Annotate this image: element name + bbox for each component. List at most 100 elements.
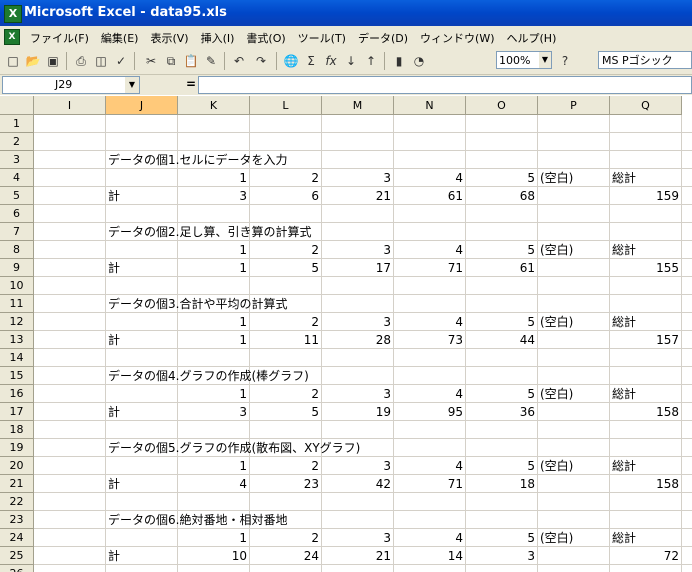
pivot-header-cell[interactable]: (空白) xyxy=(538,313,610,331)
total-value-cell[interactable]: 155 xyxy=(610,259,682,277)
column-header[interactable]: N xyxy=(394,96,466,115)
pivot-title-cell[interactable]: データの個5.グラフの作成(散布図、XYグラフ) xyxy=(106,439,466,457)
hyperlink-icon[interactable]: 🌐 xyxy=(282,52,300,70)
total-value-cell[interactable]: 5 xyxy=(250,259,322,277)
font-name-select[interactable]: MS Pゴシック xyxy=(598,51,692,69)
total-value-cell[interactable]: 68 xyxy=(466,187,538,205)
total-value-cell[interactable]: 10 xyxy=(178,547,250,565)
row-header[interactable]: 23 xyxy=(0,511,34,529)
total-value-cell[interactable]: 28 xyxy=(322,331,394,349)
row-header[interactable]: 20 xyxy=(0,457,34,475)
row-header[interactable]: 15 xyxy=(0,367,34,385)
total-value-cell[interactable]: 3 xyxy=(178,187,250,205)
pivot-header-cell[interactable]: 5 xyxy=(466,241,538,259)
function-icon[interactable]: fx xyxy=(322,52,340,70)
total-value-cell[interactable]: 61 xyxy=(394,187,466,205)
row-header[interactable]: 5 xyxy=(0,187,34,205)
pivot-header-cell[interactable]: 4 xyxy=(394,457,466,475)
total-value-cell[interactable]: 24 xyxy=(250,547,322,565)
save-icon[interactable]: ▣ xyxy=(44,52,62,70)
menu-item[interactable]: データ(D) xyxy=(354,29,412,47)
menu-item[interactable]: 書式(O) xyxy=(242,29,289,47)
pivot-header-cell[interactable]: 5 xyxy=(466,529,538,547)
print-icon[interactable]: ⎙ xyxy=(72,52,90,70)
row-header[interactable]: 11 xyxy=(0,295,34,313)
autosum-icon[interactable]: Σ xyxy=(302,52,320,70)
pivot-title-cell[interactable]: データの個2.足し算、引き算の計算式 xyxy=(106,223,466,241)
row-header[interactable]: 16 xyxy=(0,385,34,403)
menu-item[interactable]: 挿入(I) xyxy=(197,29,239,47)
pivot-header-cell[interactable]: 1 xyxy=(178,457,250,475)
pivot-header-cell[interactable]: 4 xyxy=(394,385,466,403)
total-value-cell[interactable]: 42 xyxy=(322,475,394,493)
pivot-header-cell[interactable]: 3 xyxy=(322,241,394,259)
total-label-cell[interactable]: 計 xyxy=(106,259,178,277)
pivot-header-cell[interactable]: 2 xyxy=(250,457,322,475)
pivot-title-cell[interactable]: データの個6.絶対番地・相対番地 xyxy=(106,511,466,529)
pivot-header-cell[interactable]: 3 xyxy=(322,313,394,331)
total-value-cell[interactable]: 4 xyxy=(178,475,250,493)
total-value-cell[interactable] xyxy=(538,259,610,277)
zoom-select[interactable]: 100% ▼ xyxy=(496,51,552,69)
total-value-cell[interactable] xyxy=(538,547,610,565)
total-value-cell[interactable]: 71 xyxy=(394,475,466,493)
total-value-cell[interactable]: 3 xyxy=(178,403,250,421)
row-header[interactable]: 12 xyxy=(0,313,34,331)
cut-icon[interactable]: ✂ xyxy=(142,52,160,70)
total-value-cell[interactable]: 14 xyxy=(394,547,466,565)
pivot-header-cell[interactable]: (空白) xyxy=(538,457,610,475)
drawing-icon[interactable]: ◔ xyxy=(410,52,428,70)
row-header[interactable]: 21 xyxy=(0,475,34,493)
column-header[interactable]: L xyxy=(250,96,322,115)
menu-item[interactable]: ツール(T) xyxy=(294,29,350,47)
pivot-header-cell[interactable]: 総計 xyxy=(610,241,682,259)
pivot-header-cell[interactable]: 5 xyxy=(466,457,538,475)
menu-item[interactable]: 表示(V) xyxy=(146,29,192,47)
row-header[interactable]: 4 xyxy=(0,169,34,187)
spellcheck-icon[interactable]: ✓ xyxy=(112,52,130,70)
total-label-cell[interactable]: 計 xyxy=(106,403,178,421)
row-header[interactable]: 19 xyxy=(0,439,34,457)
format-painter-icon[interactable]: ✎ xyxy=(202,52,220,70)
menu-item[interactable]: ウィンドウ(W) xyxy=(416,29,498,47)
column-header[interactable]: I xyxy=(34,96,106,115)
total-value-cell[interactable]: 158 xyxy=(610,475,682,493)
total-value-cell[interactable]: 61 xyxy=(466,259,538,277)
pivot-title-cell[interactable]: データの個4.グラフの作成(棒グラフ) xyxy=(106,367,466,385)
row-header[interactable]: 22 xyxy=(0,493,34,511)
row-header[interactable]: 26 xyxy=(0,565,34,572)
pivot-header-cell[interactable]: 総計 xyxy=(610,385,682,403)
total-value-cell[interactable]: 18 xyxy=(466,475,538,493)
total-value-cell[interactable]: 21 xyxy=(322,547,394,565)
pivot-title-cell[interactable]: データの個3.合計や平均の計算式 xyxy=(106,295,466,313)
menu-item[interactable]: ヘルプ(H) xyxy=(503,29,561,47)
pivot-header-cell[interactable]: (空白) xyxy=(538,241,610,259)
total-value-cell[interactable]: 21 xyxy=(322,187,394,205)
column-header[interactable]: J xyxy=(106,96,178,115)
workbook-icon[interactable]: X xyxy=(4,29,20,45)
column-header[interactable]: P xyxy=(538,96,610,115)
cells-area[interactable]: データの個1.セルにデータを入力 1 2 3 4 5 (空白) 総計計 3 6 21 61 68 159 デ… xyxy=(34,115,692,572)
total-value-cell[interactable]: 36 xyxy=(466,403,538,421)
total-label-cell[interactable]: 計 xyxy=(106,187,178,205)
row-header[interactable]: 17 xyxy=(0,403,34,421)
pivot-header-cell[interactable]: 2 xyxy=(250,385,322,403)
total-value-cell[interactable]: 11 xyxy=(250,331,322,349)
row-header[interactable]: 10 xyxy=(0,277,34,295)
pivot-header-cell[interactable]: 4 xyxy=(394,313,466,331)
total-value-cell[interactable]: 159 xyxy=(610,187,682,205)
row-header[interactable]: 14 xyxy=(0,349,34,367)
row-header[interactable]: 1 xyxy=(0,115,34,133)
total-value-cell[interactable] xyxy=(538,475,610,493)
total-value-cell[interactable]: 44 xyxy=(466,331,538,349)
pivot-header-cell[interactable]: 2 xyxy=(250,313,322,331)
menu-item[interactable]: 編集(E) xyxy=(97,29,143,47)
pivot-header-cell[interactable]: 1 xyxy=(178,241,250,259)
pivot-header-cell[interactable]: 3 xyxy=(322,457,394,475)
pivot-header-cell[interactable]: 1 xyxy=(178,169,250,187)
total-value-cell[interactable]: 1 xyxy=(178,259,250,277)
pivot-header-cell[interactable]: 1 xyxy=(178,313,250,331)
pivot-header-cell[interactable]: 4 xyxy=(394,169,466,187)
total-value-cell[interactable]: 71 xyxy=(394,259,466,277)
pivot-header-cell[interactable]: 3 xyxy=(322,529,394,547)
